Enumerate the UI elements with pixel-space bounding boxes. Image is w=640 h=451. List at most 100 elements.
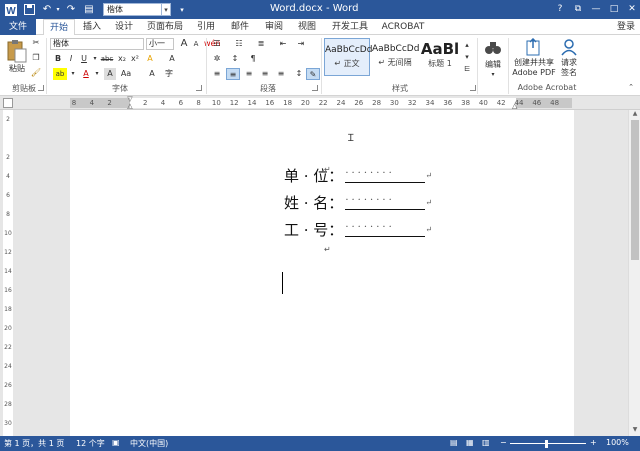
clear-format-icon[interactable]: A <box>166 53 178 65</box>
underline-button[interactable]: U <box>79 53 89 65</box>
font-size-combo[interactable]: 小一 <box>146 38 174 50</box>
collapse-ribbon-icon[interactable]: ⌃ <box>626 81 636 93</box>
tab-page-layout[interactable]: 页面布局 <box>145 19 185 35</box>
font-color-button[interactable]: A <box>80 68 92 80</box>
page-count-status[interactable]: 第 1 页，共 1 页 <box>4 438 64 449</box>
form-field-name[interactable]: 姓 · 名： ········ ↵ <box>284 192 432 212</box>
form-field-unit[interactable]: 单 · 位： ········ ↵ <box>284 165 432 185</box>
decrease-indent-icon[interactable]: ⇤ <box>276 38 290 50</box>
undo-icon[interactable]: ↶ <box>40 2 54 17</box>
shrink-font-icon[interactable]: A <box>190 38 202 50</box>
subscript-button[interactable]: x₂ <box>116 53 128 65</box>
request-signature-icon[interactable] <box>560 38 578 56</box>
sort-icon[interactable]: ↕ <box>228 53 242 65</box>
proofing-icon[interactable]: ▣ <box>112 438 120 447</box>
web-layout-icon[interactable]: ▥ <box>482 438 490 447</box>
increase-indent-icon[interactable]: ⇥ <box>294 38 308 50</box>
help-button[interactable]: ? <box>552 2 568 16</box>
customize-qat-icon[interactable]: ▾ <box>176 2 188 17</box>
language-status[interactable]: 中文(中国) <box>130 438 168 449</box>
grow-font-icon[interactable]: A <box>178 38 190 50</box>
show-marks-icon[interactable]: ¶ <box>246 53 260 65</box>
maximize-button[interactable]: □ <box>606 2 622 16</box>
quick-font-dropdown-icon[interactable]: ▾ <box>161 3 171 16</box>
quick-font-combo[interactable]: 楷体 <box>103 3 163 16</box>
tab-home[interactable]: 开始 <box>43 19 75 36</box>
tab-acrobat[interactable]: ACROBAT <box>380 19 426 35</box>
sign-in-link[interactable]: 登录 <box>612 19 640 35</box>
field-line-id[interactable]: ········ <box>345 221 426 237</box>
tab-design[interactable]: 设计 <box>112 19 136 35</box>
char-border-button[interactable]: A <box>146 68 158 80</box>
multilevel-list-icon[interactable]: ≣ <box>254 38 268 50</box>
copy-icon[interactable]: ❐ <box>30 52 42 64</box>
editing-dropdown-icon[interactable]: ▾ <box>488 69 498 81</box>
italic-button[interactable]: I <box>66 53 76 65</box>
paste-button[interactable]: 粘贴 <box>4 63 30 75</box>
paragraph-launcher-icon[interactable] <box>312 85 318 91</box>
bold-button[interactable]: B <box>53 53 63 65</box>
align-center-icon[interactable]: ≡ <box>226 68 240 80</box>
format-painter-quick-icon[interactable]: ▤ <box>82 2 96 17</box>
strikethrough-button[interactable]: abc <box>100 53 114 65</box>
superscript-button[interactable]: x² <box>129 53 141 65</box>
format-painter-icon[interactable]: 🖌 <box>30 67 42 79</box>
align-right-icon[interactable]: ≡ <box>242 68 256 80</box>
font-name-combo[interactable]: 楷体 <box>50 38 144 50</box>
document-page[interactable]: Ɪ ↵ ↵ <box>70 110 574 436</box>
clipboard-launcher-icon[interactable] <box>38 85 44 91</box>
highlight-button[interactable]: ab <box>53 68 67 80</box>
tab-developer[interactable]: 开发工具 <box>328 19 372 35</box>
field-line-unit[interactable]: ········ <box>345 167 426 183</box>
create-pdf-icon[interactable] <box>526 37 542 56</box>
print-layout-icon[interactable]: ▦ <box>466 438 474 447</box>
tab-file[interactable]: 文件 <box>0 19 36 35</box>
bullets-icon[interactable]: ☰ <box>210 38 224 50</box>
paste-icon[interactable] <box>6 39 28 63</box>
text-effects-button[interactable]: A <box>144 53 156 65</box>
enclose-char-button[interactable]: 字 <box>162 68 176 80</box>
tab-selector-icon[interactable] <box>3 98 13 108</box>
styles-launcher-icon[interactable] <box>470 85 476 91</box>
minimize-button[interactable]: — <box>588 2 604 16</box>
zoom-slider-thumb[interactable] <box>545 440 548 448</box>
style-normal[interactable]: AaBbCcDd ↵ 正文 <box>324 38 372 76</box>
scroll-up-icon[interactable]: ▲ <box>630 110 640 119</box>
styles-scroll-down-icon[interactable]: ▾ <box>462 51 472 63</box>
line-spacing-icon[interactable]: ↕ <box>292 68 306 80</box>
tab-view[interactable]: 视图 <box>295 19 319 35</box>
undo-dropdown-icon[interactable]: ▾ <box>54 2 62 17</box>
styles-scroll-up-icon[interactable]: ▴ <box>462 39 472 51</box>
indent-marker-icon[interactable]: ▽ △ <box>126 96 134 110</box>
zoom-level[interactable]: 100% <box>606 438 629 447</box>
redo-icon[interactable]: ↷ <box>64 2 78 17</box>
scroll-down-icon[interactable]: ▼ <box>630 426 640 435</box>
zoom-out-button[interactable]: − <box>500 438 507 447</box>
right-indent-marker-icon[interactable]: △ <box>512 102 520 110</box>
request-signature-line2[interactable]: 签名 <box>556 67 582 79</box>
tab-review[interactable]: 审阅 <box>262 19 286 35</box>
tab-mailings[interactable]: 邮件 <box>228 19 252 35</box>
field-line-name[interactable]: ········ <box>345 194 426 210</box>
chinese-layout-icon[interactable]: ✲ <box>210 53 224 65</box>
find-binoculars-icon[interactable] <box>484 39 502 57</box>
word-count-status[interactable]: 12 个字 <box>76 438 105 449</box>
style-heading-1[interactable]: AaBl 标题 1 <box>420 38 460 76</box>
vertical-scrollbar[interactable]: ▲ ▼ <box>628 110 640 436</box>
change-case-button[interactable]: Aa <box>118 68 134 80</box>
distributed-icon[interactable]: ≡ <box>274 68 288 80</box>
ribbon-display-options-icon[interactable]: ⧉ <box>570 2 586 16</box>
align-left-icon[interactable]: ≡ <box>210 68 224 80</box>
zoom-in-button[interactable]: + <box>590 438 597 447</box>
char-shading-button[interactable]: A <box>104 68 116 80</box>
underline-dropdown-icon[interactable]: ▾ <box>92 53 98 65</box>
form-field-id[interactable]: 工 · 号： ········ ↵ <box>284 219 432 239</box>
horizontal-ruler[interactable]: 8 4 2 2 4 6 8 10 12 14 16 18 20 22 24 26 28 30 32 34 36 38 40 4… <box>0 96 640 110</box>
zoom-slider[interactable] <box>510 443 586 444</box>
save-icon[interactable] <box>22 2 36 17</box>
scroll-thumb[interactable] <box>631 120 639 260</box>
justify-icon[interactable]: ≡ <box>258 68 272 80</box>
create-share-pdf-line2[interactable]: Adobe PDF <box>512 67 556 79</box>
close-button[interactable]: ✕ <box>624 2 640 16</box>
numbering-icon[interactable]: ☷ <box>232 38 246 50</box>
